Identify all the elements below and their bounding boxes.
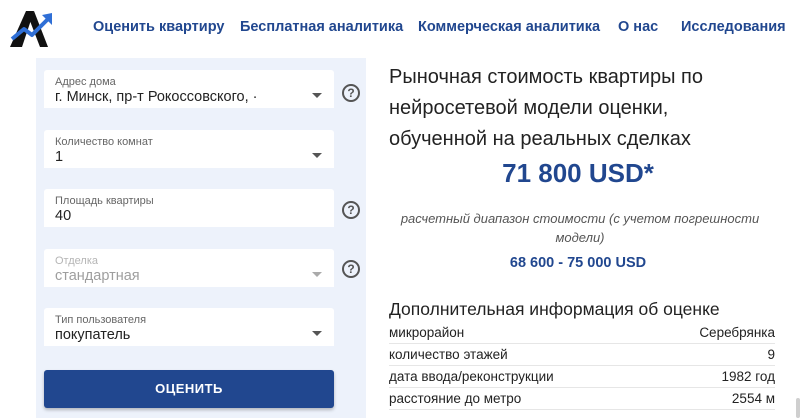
chevron-down-icon[interactable] <box>312 153 322 158</box>
scrollbar-thumb[interactable] <box>796 398 800 418</box>
price-range: 68 600 - 75 000 USD <box>509 255 647 271</box>
area-input[interactable]: Площадь квартиры 40 <box>44 189 334 227</box>
finish-value: стандартная <box>55 268 140 284</box>
rooms-label: Количество комнат <box>55 136 153 148</box>
area-value[interactable]: 40 <box>55 208 71 224</box>
range-note: расчетный диапазон стоимости (с учетом п… <box>400 211 760 245</box>
address-help-icon[interactable]: ? <box>342 84 360 102</box>
area-label: Площадь квартиры <box>55 195 154 207</box>
address-value: г. Минск, пр-т Рокоссовского, · <box>55 89 258 105</box>
extra-info-title: Дополнительная информация об оценке <box>389 299 720 319</box>
area-help-icon[interactable]: ? <box>342 201 360 219</box>
chevron-down-icon[interactable] <box>312 331 322 336</box>
finish-label: Отделка <box>55 255 98 267</box>
estimated-price: 71 800 USD* <box>502 158 654 188</box>
result-title: Рыночная стоимость квартиры по нейросете… <box>389 66 703 150</box>
rooms-value: 1 <box>55 149 64 165</box>
evaluate-button[interactable]: ОЦЕНИТЬ <box>44 370 334 408</box>
row-value: 2554 м <box>731 391 775 406</box>
nav-free-analytics[interactable]: Бесплатная аналитика <box>240 19 403 35</box>
row-key: количество этажей <box>389 347 508 362</box>
evaluation-result: Рыночная стоимость квартиры по нейросете… <box>378 58 800 418</box>
chevron-down-icon <box>312 272 322 277</box>
finish-select: Отделка стандартная <box>44 249 334 287</box>
finish-help-icon[interactable]: ? <box>342 260 360 278</box>
rooms-select[interactable]: Количество комнат 1 <box>44 130 334 168</box>
table-row: дата ввода/реконструкции 1982 год <box>389 366 775 388</box>
table-row: микрорайон Серебрянка <box>389 322 775 344</box>
evaluation-form: Адрес дома г. Минск, пр-т Рокоссовского,… <box>36 58 366 418</box>
analytics-arrow-logo-icon[interactable] <box>8 7 54 49</box>
extra-info-table: микрорайон Серебрянка количество этажей … <box>389 322 775 410</box>
row-value: 1982 год <box>721 369 776 384</box>
row-value: Серебрянка <box>699 325 775 340</box>
row-key: дата ввода/реконструкции <box>389 369 554 384</box>
nav-research[interactable]: Исследования <box>681 19 786 35</box>
row-key: расстояние до метро <box>389 391 522 406</box>
row-value: 9 <box>767 347 775 362</box>
nav-commercial-analytics[interactable]: Коммерческая аналитика <box>418 19 600 35</box>
user-type-label: Тип пользователя <box>55 314 147 326</box>
table-row: количество этажей 9 <box>389 344 775 366</box>
nav-evaluate-apartment[interactable]: Оценить квартиру <box>93 19 224 35</box>
site-header: Оценить квартиру Бесплатная аналитика Ко… <box>0 0 800 58</box>
user-type-select[interactable]: Тип пользователя покупатель <box>44 308 334 346</box>
row-key: микрорайон <box>389 325 465 340</box>
table-row: расстояние до метро 2554 м <box>389 388 775 410</box>
address-label: Адрес дома <box>55 76 116 88</box>
chevron-down-icon[interactable] <box>312 93 322 98</box>
address-select[interactable]: Адрес дома г. Минск, пр-т Рокоссовского,… <box>44 70 334 108</box>
nav-about-us[interactable]: О нас <box>618 19 658 35</box>
user-type-value: покупатель <box>55 327 131 343</box>
